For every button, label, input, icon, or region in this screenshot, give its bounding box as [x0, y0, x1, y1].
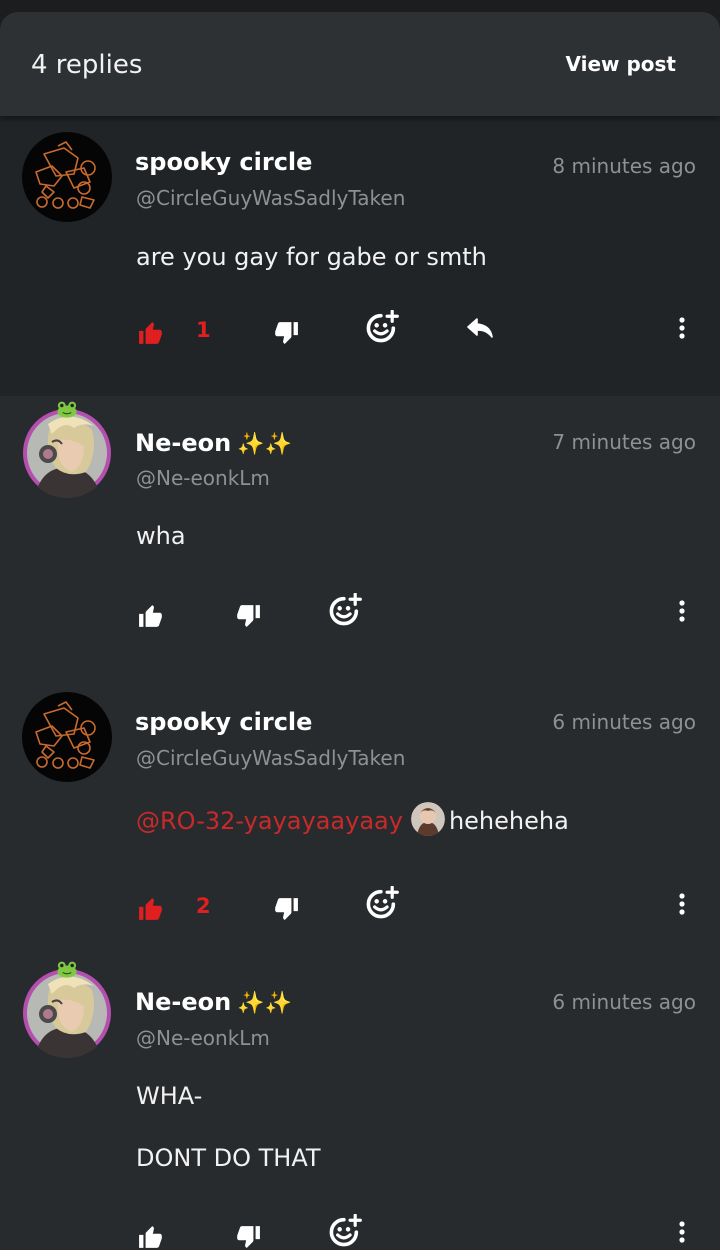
add-reaction-button[interactable] [328, 1214, 362, 1248]
timestamp: 6 minutes ago [552, 990, 696, 1014]
replies-count: 4 replies [31, 50, 143, 80]
comment-actions [0, 603, 720, 643]
mention-avatar-image [410, 802, 445, 836]
thumbs-down-icon [273, 320, 299, 346]
comment-actions: 1 [0, 320, 720, 360]
comment-text: heheheha [448, 807, 569, 835]
thumbs-up-icon [138, 1224, 164, 1250]
replies-sheet: 4 replies View post spooky circle @Circl… [0, 12, 720, 1250]
anime-headphones-avatar [22, 408, 112, 498]
user-mention[interactable]: @RO-32-yayayaayaay [136, 807, 403, 835]
author-name[interactable]: Ne-eon ✨✨ [135, 988, 292, 1016]
timestamp: 7 minutes ago [552, 430, 696, 454]
comment-body: @RO-32-yayayaayaay heheheha [136, 802, 569, 836]
more-options-button[interactable] [678, 599, 686, 623]
author-handle: @Ne-eonkLm [136, 466, 270, 490]
shapes-doodle-avatar [22, 132, 112, 222]
thumbs-up-icon [138, 603, 164, 629]
kebab-menu-icon [678, 316, 686, 340]
thumbs-up-icon [138, 320, 164, 346]
kebab-menu-icon [678, 892, 686, 916]
like-count: 1 [196, 318, 211, 342]
like-button[interactable] [138, 320, 164, 346]
like-button[interactable] [138, 603, 164, 629]
mention-avatar [410, 802, 445, 836]
timestamp: 8 minutes ago [552, 154, 696, 178]
reply-comment: spooky circle @CircleGuyWasSadlyTaken 6 … [0, 676, 720, 956]
avatar[interactable] [22, 968, 112, 1058]
reply-comment: spooky circle @CircleGuyWasSadlyTaken 8 … [0, 116, 720, 396]
add-reaction-button[interactable] [328, 593, 362, 627]
comment-body-line-1: WHA- [136, 1082, 203, 1110]
avatar[interactable] [22, 692, 112, 782]
author-handle: @Ne-eonkLm [136, 1026, 270, 1050]
anime-headphones-avatar [22, 968, 112, 1058]
author-name[interactable]: spooky circle [135, 148, 312, 176]
view-post-button[interactable]: View post [565, 52, 676, 76]
add-reaction-button[interactable] [365, 310, 399, 344]
frog-badge-icon [54, 960, 80, 978]
author-handle: @CircleGuyWasSadlyTaken [136, 746, 406, 770]
kebab-menu-icon [678, 1220, 686, 1244]
like-count: 2 [196, 894, 211, 918]
more-options-button[interactable] [678, 1220, 686, 1244]
sparkles-decoration: ✨✨ [237, 991, 292, 1016]
author-name[interactable]: Ne-eon ✨✨ [135, 429, 292, 457]
thumbs-up-icon [138, 896, 164, 922]
reply-comment: Ne-eon ✨✨ @Ne-eonkLm 7 minutes ago wha [0, 396, 720, 676]
avatar[interactable] [22, 408, 112, 498]
like-button[interactable] [138, 1224, 164, 1250]
comment-body: wha [136, 522, 186, 550]
timestamp: 6 minutes ago [552, 710, 696, 734]
thumbs-down-icon [235, 603, 261, 629]
replies-header: 4 replies View post [0, 12, 720, 116]
more-options-button[interactable] [678, 892, 686, 916]
frog-badge-icon [54, 400, 80, 418]
thumbs-down-icon [235, 1224, 261, 1250]
dislike-button[interactable] [273, 896, 299, 922]
kebab-menu-icon [678, 599, 686, 623]
avatar[interactable] [22, 132, 112, 222]
emoji-add-icon [365, 310, 399, 344]
sparkles-decoration: ✨✨ [237, 432, 292, 457]
reply-button[interactable] [465, 316, 495, 340]
reply-arrow-icon [465, 316, 495, 340]
more-options-button[interactable] [678, 316, 686, 340]
author-name[interactable]: spooky circle [135, 708, 312, 736]
thumbs-down-icon [273, 896, 299, 922]
comment-body-line-2: DONT DO THAT [136, 1144, 321, 1172]
shapes-doodle-avatar [22, 692, 112, 782]
emoji-add-icon [328, 1214, 362, 1248]
author-handle: @CircleGuyWasSadlyTaken [136, 186, 406, 210]
dislike-button[interactable] [273, 320, 299, 346]
dislike-button[interactable] [235, 1224, 261, 1250]
emoji-add-icon [328, 593, 362, 627]
like-button[interactable] [138, 896, 164, 922]
comment-actions [0, 1224, 720, 1250]
dislike-button[interactable] [235, 603, 261, 629]
comment-actions: 2 [0, 896, 720, 936]
emoji-add-icon [365, 886, 399, 920]
add-reaction-button[interactable] [365, 886, 399, 920]
reply-comment: Ne-eon ✨✨ @Ne-eonkLm 6 minutes ago WHA- D… [0, 956, 720, 1250]
comment-body: are you gay for gabe or smth [136, 243, 487, 271]
